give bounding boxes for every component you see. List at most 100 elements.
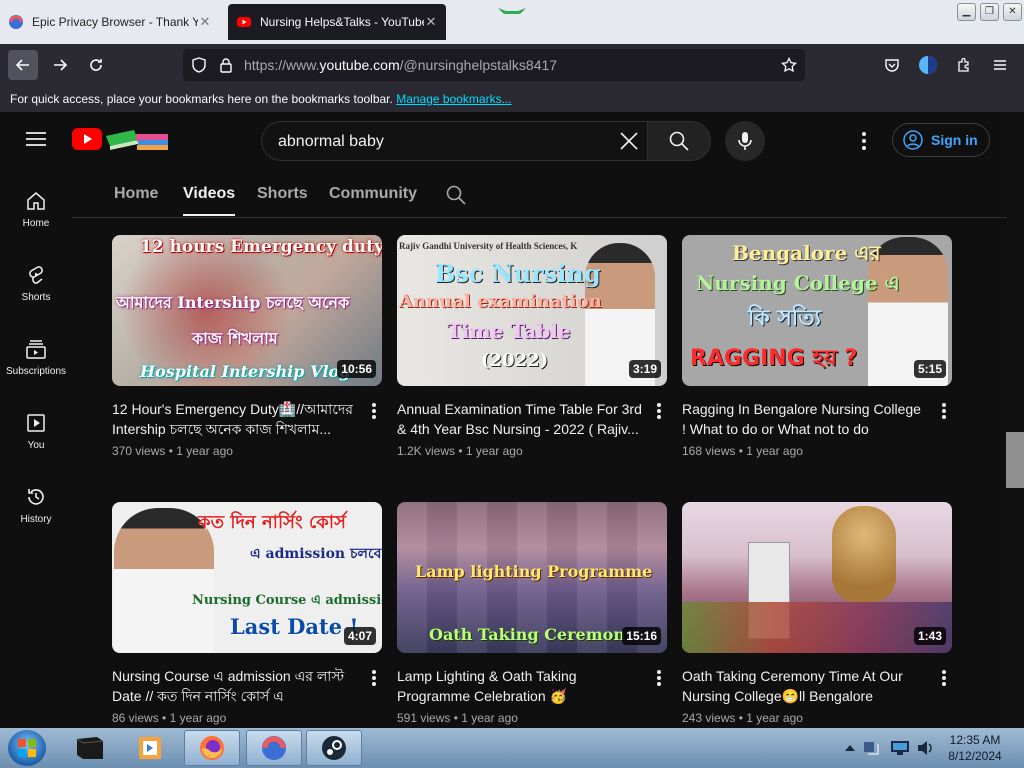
video-title[interactable]: Oath Taking Ceremony Time At Our Nursing…: [682, 666, 927, 706]
settings-kebab-button[interactable]: [861, 132, 867, 155]
page-scrollbar-track[interactable]: [1006, 112, 1024, 728]
video-thumbnail[interactable]: 12 hours Emergency duty আমাদের Intership…: [112, 235, 382, 386]
video-menu-button[interactable]: [368, 668, 380, 688]
video-menu-button[interactable]: [653, 668, 665, 688]
video-duration: 1:43: [913, 627, 946, 645]
video-menu-button[interactable]: [938, 668, 950, 688]
search-input[interactable]: abnormal baby: [278, 133, 384, 151]
app-menu-button[interactable]: [985, 50, 1015, 80]
steam-app-icon: [322, 736, 346, 760]
url-path: /@nursinghelpstalks8417: [399, 57, 558, 73]
tracking-protection-shield-icon[interactable]: [191, 57, 207, 73]
video-thumbnail[interactable]: 1:43: [682, 502, 952, 653]
you-icon: [27, 414, 45, 432]
sidebar-item-shorts[interactable]: Shorts: [0, 250, 72, 310]
sidebar-item-label: Home: [22, 218, 50, 229]
view-count: 591 views: [397, 711, 451, 725]
upload-age: 1 year ago: [746, 711, 803, 725]
upload-age: 1 year ago: [461, 711, 518, 725]
video-thumbnail[interactable]: Bengalore এর Nursing College এ কি সত্যি …: [682, 235, 952, 386]
show-hidden-icons-icon[interactable]: [845, 744, 855, 752]
video-title[interactable]: Lamp Lighting & Oath Taking Programme Ce…: [397, 666, 642, 706]
close-window-button[interactable]: ✕: [1003, 3, 1022, 21]
epic-browser-icon: [9, 15, 23, 29]
sidebar-item-home[interactable]: Home: [0, 176, 72, 236]
extensions-button[interactable]: [949, 50, 979, 80]
video-title[interactable]: Nursing Course এ admission এর লাস্ট Date…: [112, 666, 357, 706]
taskbar-app-firefox[interactable]: [184, 730, 240, 766]
guide-menu-icon[interactable]: [26, 131, 46, 147]
taskbar-app-media[interactable]: [122, 730, 178, 766]
video-menu-button[interactable]: [938, 401, 950, 421]
taskbar-clock[interactable]: 12:35 AM 8/12/2024: [940, 732, 1010, 764]
browser-tab-epic[interactable]: Epic Privacy Browser - Thank Yo ✕: [0, 4, 220, 40]
video-thumbnail[interactable]: Lamp lighting Programme Oath Taking Cere…: [397, 502, 667, 653]
vpn-button[interactable]: [913, 50, 943, 80]
video-menu-button[interactable]: [653, 401, 665, 421]
restore-window-button[interactable]: ❐: [980, 3, 999, 21]
epic-browser-app-icon: [262, 736, 286, 760]
home-icon: [27, 192, 45, 210]
bookmark-star-icon[interactable]: [781, 57, 797, 73]
sidebar-item-subscriptions[interactable]: Subscriptions: [0, 324, 72, 384]
bookmarks-toolbar: For quick access, place your bookmarks h…: [0, 86, 1024, 112]
channel-tabs: Home Videos Shorts Community: [72, 170, 1006, 218]
network-monitor-icon[interactable]: [890, 740, 910, 756]
sidebar-item-label: Shorts: [21, 292, 51, 303]
thumbnail-text: কাজ শিখলাম: [192, 329, 278, 348]
taskbar-app-epic[interactable]: [246, 730, 302, 766]
clock-time: 12:35 AM: [949, 733, 1001, 747]
clear-search-icon[interactable]: [620, 132, 638, 150]
manage-bookmarks-link[interactable]: Manage bookmarks...: [396, 92, 511, 106]
page-scrollbar-thumb[interactable]: [1006, 432, 1024, 488]
tab-videos[interactable]: Videos: [183, 185, 236, 216]
youtube-favicon-icon: [237, 17, 251, 27]
forward-button[interactable]: [45, 50, 75, 80]
browser-tab-strip: Epic Privacy Browser - Thank Yo ✕ Nursin…: [0, 0, 1024, 44]
video-thumbnail[interactable]: কত দিন নার্সিং কোর্স এ admission চলবে Nu…: [112, 502, 382, 653]
action-center-icon[interactable]: [862, 740, 880, 756]
sidebar-item-history[interactable]: History: [0, 472, 72, 532]
tab-home[interactable]: Home: [114, 185, 158, 203]
search-button[interactable]: [647, 121, 711, 161]
back-button[interactable]: [8, 50, 38, 80]
thumbnail-text: (2022): [481, 350, 549, 371]
voice-search-button[interactable]: [725, 121, 765, 161]
minimize-window-button[interactable]: ▁: [957, 3, 976, 21]
thumbnail-text: কত দিন নার্সিং কোর্স: [198, 512, 347, 533]
tab-community[interactable]: Community: [329, 185, 417, 203]
shorts-icon: [29, 266, 43, 284]
thumbnail-text: Annual examination: [399, 291, 602, 312]
youtube-logo-icon[interactable]: [72, 128, 102, 150]
vpn-globe-icon: [919, 56, 937, 74]
browser-navigation-bar: https://www.youtube.com/@nursinghelpstal…: [0, 44, 1024, 86]
tab-shorts[interactable]: Shorts: [257, 185, 308, 203]
video-title[interactable]: Ragging In Bengalore Nursing College ! W…: [682, 399, 927, 439]
address-bar[interactable]: https://www.youtube.com/@nursinghelpstal…: [183, 49, 805, 81]
taskbar-app-steam[interactable]: [306, 730, 362, 766]
sidebar-item-you[interactable]: You: [0, 398, 72, 458]
start-button[interactable]: [8, 730, 46, 766]
close-tab-icon[interactable]: ✕: [424, 14, 438, 30]
thumbnail-text: Nursing Course এ admission: [192, 593, 382, 608]
pocket-button[interactable]: [877, 50, 907, 80]
video-menu-button[interactable]: [368, 401, 380, 421]
history-icon: [28, 489, 44, 505]
taskbar-app-terminal[interactable]: [62, 730, 118, 766]
close-tab-icon[interactable]: ✕: [198, 14, 212, 30]
video-duration: 4:07: [343, 627, 376, 645]
sign-in-button[interactable]: Sign in: [892, 123, 990, 157]
url-text[interactable]: https://www.youtube.com/@nursinghelpstal…: [244, 57, 557, 73]
browser-tab-youtube[interactable]: Nursing Helps&Talks - YouTube ✕: [228, 4, 446, 40]
search-box[interactable]: abnormal baby: [261, 121, 647, 161]
video-meta: 1.2K views • 1 year ago: [397, 444, 523, 458]
volume-icon[interactable]: [916, 739, 934, 757]
lock-icon[interactable]: [219, 57, 233, 73]
thumbnail-text: Hospital Intership Vlog: [140, 362, 351, 381]
reload-button[interactable]: [81, 50, 111, 80]
video-title[interactable]: 12 Hour's Emergency Duty🏥//আমাদের Inters…: [112, 399, 357, 439]
video-thumbnail[interactable]: Rajiv Gandhi University of Health Scienc…: [397, 235, 667, 386]
channel-search-icon[interactable]: [446, 185, 466, 205]
channel-books-logo-icon: [106, 130, 168, 150]
video-title[interactable]: Annual Examination Time Table For 3rd & …: [397, 399, 642, 439]
